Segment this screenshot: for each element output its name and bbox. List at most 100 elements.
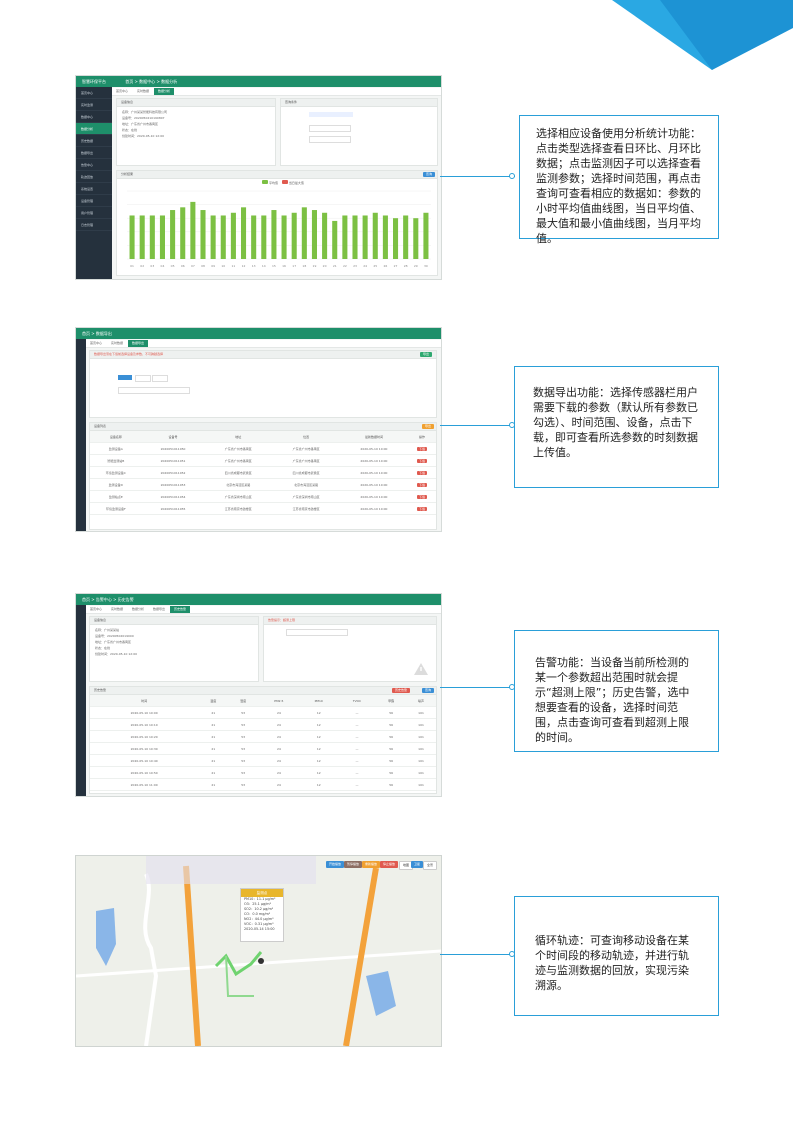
- bar-11[interactable]: [230, 212, 236, 259]
- param-option[interactable]: [118, 375, 132, 380]
- popup-row: 2020-05-14 15:00: [244, 927, 275, 931]
- table-row[interactable]: 监测站点E 2020051011054 广东省深圳市南山区 广东省深圳市南山区 2020…: [90, 490, 436, 503]
- stop-button[interactable]: 停止播放: [380, 861, 399, 868]
- bar-09[interactable]: [210, 215, 216, 259]
- sidebar-item[interactable]: 历史数据: [76, 135, 112, 147]
- bar-04[interactable]: [159, 215, 165, 259]
- date-range-input[interactable]: [118, 387, 190, 394]
- download-button[interactable]: 下载: [416, 506, 427, 511]
- sidebar-item[interactable]: 轨迹回放: [76, 171, 112, 183]
- table-row[interactable]: 监测设备D 2020051011053 北京市海淀区某路 北京市海淀区某路 2020-0…: [90, 478, 436, 491]
- tab[interactable]: 数据导出: [149, 606, 169, 613]
- bar-05[interactable]: [170, 210, 176, 259]
- tab[interactable]: 实时数据: [133, 88, 153, 95]
- factor-select[interactable]: [309, 125, 351, 132]
- sidebar-item[interactable]: 数据中心: [76, 111, 112, 123]
- table-row[interactable]: 2020-05-10 10:10 21 53 24 12—56 101: [90, 718, 436, 731]
- bar-03[interactable]: [149, 215, 155, 259]
- bar-26[interactable]: [382, 215, 388, 259]
- bar-18[interactable]: [301, 207, 307, 259]
- param-option[interactable]: [152, 375, 168, 382]
- table-row[interactable]: 2020-05-10 10:40 21 53 24 12—56 101: [90, 754, 436, 767]
- table-row[interactable]: 2020-05-10 11:10 21 53 24 12—56 101: [90, 790, 436, 796]
- trajectory-map[interactable]: 历史轨迹回放 监测点 PM10：11.1 μg/m³ O3：25.1 μg/m³…: [75, 855, 442, 1047]
- device-table-panel: 设备列表 导出 设备名称 设备号 地址 位置 最新数据时间 操作 监测设备A 20200510…: [89, 422, 437, 530]
- satellite-button[interactable]: 卫星: [411, 861, 424, 868]
- replay-button[interactable]: 重新播放: [362, 861, 381, 868]
- query-button[interactable]: 查询: [421, 688, 434, 693]
- tab-active[interactable]: 数据分析: [153, 88, 174, 95]
- bar-21[interactable]: [332, 220, 338, 259]
- tab[interactable]: 实时数据: [107, 606, 127, 613]
- table-row[interactable]: 2020-05-10 10:00 21 53 24 12—56 101: [90, 706, 436, 719]
- download-button[interactable]: 下载: [416, 494, 427, 499]
- date-range-input[interactable]: [286, 629, 348, 636]
- table-row[interactable]: 环境监测设备C 2020051011052 四川省成都市武侯区 四川省成都市武侯区 20…: [90, 466, 436, 479]
- tab[interactable]: 首页中心: [86, 606, 106, 613]
- play-button[interactable]: 开始播放: [326, 861, 345, 868]
- query-button[interactable]: 查询: [422, 172, 435, 177]
- bar-25[interactable]: [372, 212, 378, 259]
- sidebar-item[interactable]: 首页中心: [76, 87, 112, 99]
- bar-19[interactable]: [311, 210, 317, 259]
- bar-10[interactable]: [220, 215, 226, 259]
- x-tick-label: 22: [343, 264, 347, 268]
- bar-24[interactable]: [362, 215, 368, 259]
- sidebar-item[interactable]: 日志管理: [76, 219, 112, 231]
- bar-27[interactable]: [393, 218, 399, 259]
- bar-30[interactable]: [423, 212, 429, 259]
- download-button[interactable]: 下载: [416, 446, 427, 451]
- sidebar-item[interactable]: 系统设置: [76, 183, 112, 195]
- export-button[interactable]: 导出: [419, 352, 432, 357]
- sidebar-item[interactable]: 用户管理: [76, 207, 112, 219]
- tab[interactable]: 首页中心: [112, 88, 132, 95]
- x-tick-label: 18: [302, 264, 306, 268]
- type-selector[interactable]: [309, 112, 353, 117]
- pause-button[interactable]: 暂停播放: [344, 861, 363, 868]
- bar-29[interactable]: [413, 218, 419, 259]
- bar-01[interactable]: [129, 215, 135, 259]
- history-alarm-button[interactable]: 历史告警: [391, 688, 410, 693]
- download-button[interactable]: 下载: [416, 470, 427, 475]
- bar-22[interactable]: [342, 215, 348, 259]
- table-row[interactable]: 2020-05-10 10:20 21 53 24 12—56 101: [90, 730, 436, 743]
- bar-06[interactable]: [180, 207, 186, 259]
- tab[interactable]: 数据分析: [128, 606, 148, 613]
- sidebar-item[interactable]: 设备管理: [76, 195, 112, 207]
- panorama-button[interactable]: 全景: [423, 861, 438, 870]
- table-cell: 下载: [407, 478, 436, 491]
- bar-16[interactable]: [281, 215, 287, 259]
- download-all-button[interactable]: 导出: [421, 424, 434, 429]
- table-row[interactable]: 监测设备A 2020051011050 广东省广州市番禺区 广东省广州市番禺区 2020…: [90, 442, 436, 455]
- download-button[interactable]: 下载: [416, 482, 427, 487]
- table-row[interactable]: 2020-05-10 11:00 21 53 24 12—56 101: [90, 778, 436, 791]
- table-row[interactable]: 2020-05-10 10:50 21 53 24 12—56 101: [90, 766, 436, 779]
- bar-13[interactable]: [251, 215, 257, 259]
- sidebar-item-analysis[interactable]: 数据分析: [76, 123, 112, 135]
- param-option[interactable]: [135, 375, 151, 382]
- date-range-input[interactable]: [309, 136, 351, 143]
- tab-active[interactable]: 历史告警: [169, 606, 190, 613]
- bar-08[interactable]: [200, 210, 206, 259]
- bar-15[interactable]: [271, 210, 277, 259]
- table-cell: 下载: [407, 490, 436, 503]
- table-row[interactable]: 2020-05-10 10:30 21 53 24 12—56 101: [90, 742, 436, 755]
- download-button[interactable]: 下载: [416, 458, 427, 463]
- bar-28[interactable]: [403, 215, 409, 259]
- sidebar-item[interactable]: 实时监测: [76, 99, 112, 111]
- bar-02[interactable]: [139, 215, 145, 259]
- bar-12[interactable]: [241, 207, 247, 259]
- tab[interactable]: 实时数据: [107, 340, 127, 347]
- column-header: 地址: [204, 431, 273, 443]
- table-row[interactable]: 环境监测设备F 2020051011055 江苏省南京市鼓楼区 江苏省南京市鼓楼区 20…: [90, 502, 436, 515]
- sidebar-item[interactable]: 数据导出: [76, 147, 112, 159]
- bar-07[interactable]: [190, 201, 196, 259]
- table-row[interactable]: 智能监测站B 2020051011051 广东省广州市番禺区 广东省广州市番禺区 202…: [90, 454, 436, 467]
- bar-20[interactable]: [322, 212, 328, 259]
- bar-14[interactable]: [261, 215, 267, 259]
- tab-active[interactable]: 数据导出: [127, 340, 148, 347]
- tab[interactable]: 首页中心: [86, 340, 106, 347]
- bar-23[interactable]: [352, 215, 358, 259]
- bar-17[interactable]: [291, 212, 297, 259]
- sidebar-item[interactable]: 告警中心: [76, 159, 112, 171]
